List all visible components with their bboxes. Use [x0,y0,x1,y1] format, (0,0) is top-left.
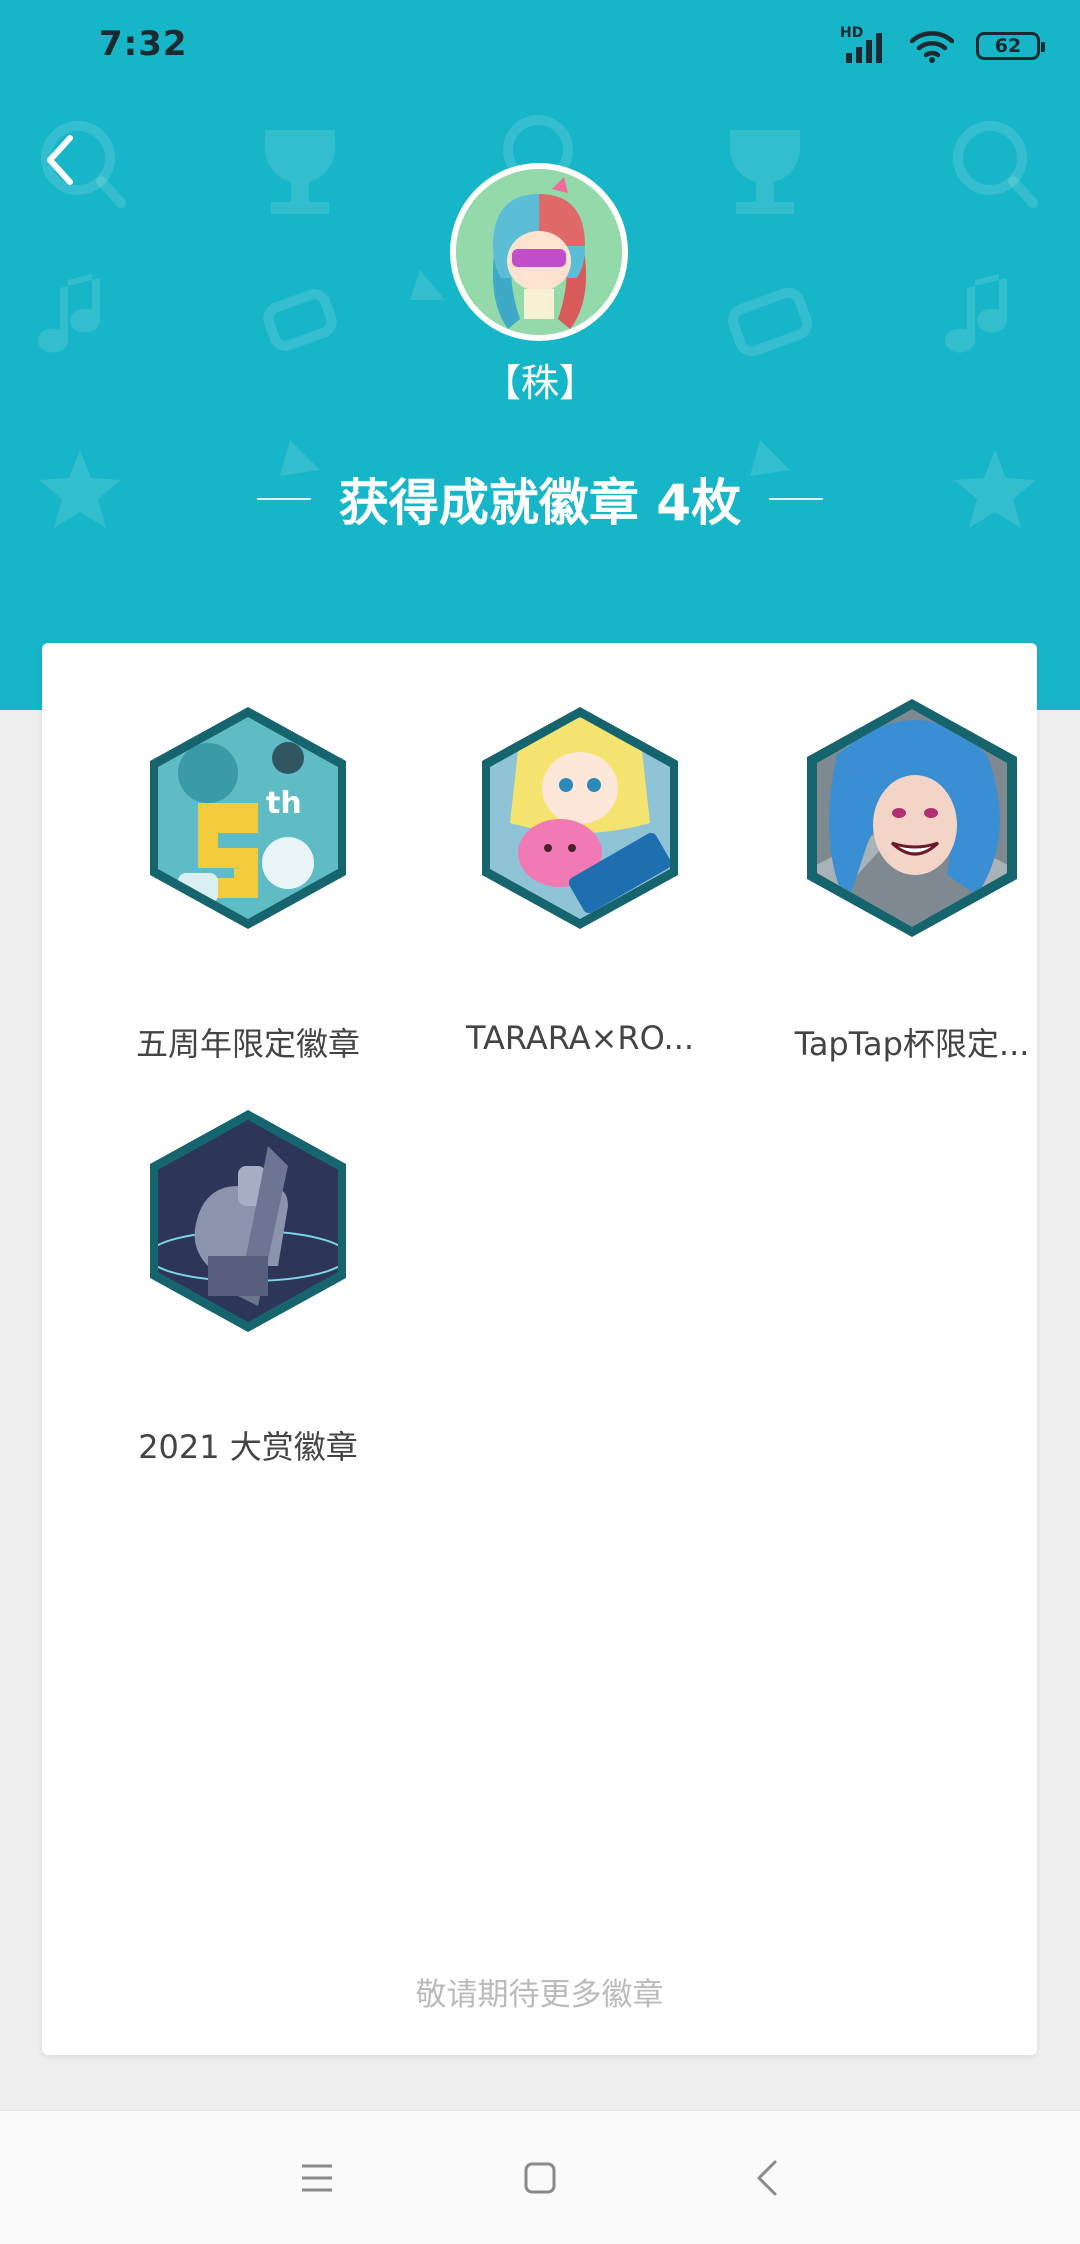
badge-name: TapTap杯限定... [794,1025,1030,1063]
badge-2021-award-icon [150,1110,346,1332]
back-icon [757,2160,777,2196]
footer-note: 敬请期待更多徽章 [415,1977,664,2013]
badge-item[interactable]: TapTap杯限定... [752,695,1072,1063]
battery-icon: 62 [976,32,1045,60]
svg-text:th: th [266,786,302,821]
status-bar: 7:32 HD 62 [0,0,1080,90]
chevron-left-icon [47,135,73,185]
username: 【秼】 [482,361,597,405]
badge-name: 2021 大赏徽章 [138,1428,358,1466]
badge-card: th 五周年限定徽章 TARARA×RO... TapTap杯限定... 202… [42,643,1037,2055]
badge-item[interactable]: th 五周年限定徽章 [88,703,408,1063]
back-button[interactable] [30,125,90,195]
badge-name: 五周年限定徽章 [135,1025,360,1063]
battery-level: 62 [994,35,1022,57]
wifi-icon [909,29,955,63]
back-nav-button[interactable] [735,2146,799,2210]
network-label: HD [840,25,864,41]
menu-button[interactable] [285,2146,349,2210]
badge-name: TARARA×RO... [465,1019,695,1057]
badge-item[interactable]: TARARA×RO... [420,703,740,1057]
avatar-image [456,169,622,335]
achievement-title: 获得成就徽章 4枚 [0,463,1080,535]
status-icons: HD 62 [840,25,1045,66]
signal-icon: HD [840,25,888,63]
badge-tarara-icon [482,707,678,929]
badge-item[interactable]: 2021 大赏徽章 [88,1106,408,1466]
status-time: 7:32 [99,24,188,64]
header: 7:32 HD 62 【秼】 获得成就徽章 4枚 [0,0,1080,710]
badge-fifth-anniversary-icon: th [150,707,346,929]
home-button[interactable] [508,2146,572,2210]
badge-taptap-cup-icon [807,699,1017,937]
home-icon [524,2162,556,2194]
title-divider-left [256,498,311,500]
avatar[interactable] [450,163,628,341]
navigation-bar [0,2110,1080,2244]
title-divider-right [769,498,824,500]
menu-icon [302,2164,332,2192]
achievement-count-text: 获得成就徽章 4枚 [338,474,742,532]
